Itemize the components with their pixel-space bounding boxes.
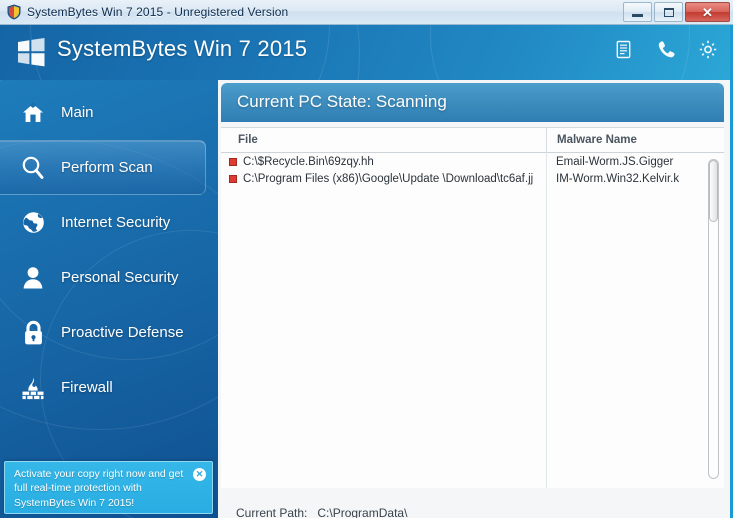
sidebar-item-label: Proactive Defense bbox=[61, 324, 184, 341]
table-row[interactable]: C:\$Recycle.Bin\69zqy.hh Email-Worm.JS.G… bbox=[221, 153, 724, 170]
cell-file: C:\Program Files (x86)\Google\Update \Do… bbox=[221, 173, 546, 185]
home-icon bbox=[18, 98, 48, 128]
lock-icon bbox=[18, 318, 48, 348]
sidebar-item-label: Perform Scan bbox=[61, 159, 153, 176]
sidebar-item-label: Main bbox=[61, 104, 94, 121]
gear-icon[interactable] bbox=[698, 39, 718, 60]
table-header-row: File Malware Name bbox=[221, 127, 724, 153]
maximize-button[interactable] bbox=[654, 2, 683, 22]
cell-file: C:\$Recycle.Bin\69zqy.hh bbox=[221, 156, 546, 168]
panel-header: Current PC State: Scanning bbox=[221, 83, 724, 122]
main-content: Current PC State: Scanning File Malware … bbox=[218, 80, 730, 518]
close-icon: ✕ bbox=[702, 4, 713, 20]
column-header-malware-name[interactable]: Malware Name bbox=[546, 127, 724, 153]
sidebar-item-main[interactable]: Main bbox=[0, 85, 218, 140]
threat-table: File Malware Name C:\$Recycle.Bin\69zqy.… bbox=[221, 127, 724, 488]
person-icon bbox=[18, 263, 48, 293]
table-body: C:\$Recycle.Bin\69zqy.hh Email-Worm.JS.G… bbox=[221, 153, 724, 488]
current-path: Current Path: C:\ProgramData\ bbox=[236, 506, 407, 518]
threat-marker-icon bbox=[229, 174, 237, 183]
app-header: SystemBytes Win 7 2015 bbox=[0, 25, 730, 80]
sidebar-item-label: Internet Security bbox=[61, 214, 171, 231]
sidebar-item-perform-scan[interactable]: Perform Scan bbox=[0, 140, 206, 195]
cell-file-text: C:\$Recycle.Bin\69zqy.hh bbox=[243, 155, 374, 168]
sidebar-item-label: Personal Security bbox=[61, 269, 179, 286]
close-button[interactable]: ✕ bbox=[685, 2, 730, 22]
close-icon[interactable]: ✕ bbox=[193, 468, 206, 481]
activate-popup-text: Activate your copy right now and get ful… bbox=[14, 468, 184, 509]
table-row[interactable]: C:\Program Files (x86)\Google\Update \Do… bbox=[221, 170, 724, 187]
cell-file-text: C:\Program Files (x86)\Google\Update \Do… bbox=[243, 172, 534, 185]
current-path-label: Current Path: bbox=[236, 506, 308, 518]
column-header-file[interactable]: File bbox=[221, 134, 546, 146]
windows-flag-icon bbox=[16, 38, 46, 67]
page-title: Current PC State: Scanning bbox=[237, 92, 447, 111]
vertical-scrollbar[interactable] bbox=[708, 159, 719, 479]
window-controls: ✕ bbox=[623, 2, 730, 22]
minimize-icon bbox=[632, 14, 643, 17]
title-bar: SystemBytes Win 7 2015 - Unregistered Ve… bbox=[0, 0, 733, 25]
notes-icon[interactable] bbox=[614, 39, 634, 60]
maximize-icon bbox=[663, 7, 674, 17]
globe-icon bbox=[18, 208, 48, 238]
sidebar-item-proactive-defense[interactable]: Proactive Defense bbox=[0, 305, 218, 360]
nav-list: Main Perform Scan Internet Security Pers… bbox=[0, 80, 218, 415]
scrollbar-thumb[interactable] bbox=[709, 160, 718, 222]
cell-malware-name: Email-Worm.JS.Gigger bbox=[556, 155, 674, 168]
status-footer: Current Path:C:\ProgramData\ Scan Proces… bbox=[221, 489, 724, 518]
search-icon bbox=[18, 153, 48, 183]
threat-marker-icon bbox=[229, 157, 237, 166]
phone-icon[interactable] bbox=[656, 39, 676, 60]
firewall-icon bbox=[18, 373, 48, 403]
column-divider bbox=[546, 153, 547, 488]
sidebar-item-label: Firewall bbox=[61, 379, 113, 396]
current-path-value: C:\ProgramData\ bbox=[317, 506, 408, 518]
window-title: SystemBytes Win 7 2015 - Unregistered Ve… bbox=[27, 5, 289, 19]
cell-malware-name: IM-Worm.Win32.Kelvir.k bbox=[556, 172, 680, 185]
sidebar-item-personal-security[interactable]: Personal Security bbox=[0, 250, 218, 305]
minimize-button[interactable] bbox=[623, 2, 652, 22]
sidebar-item-firewall[interactable]: Firewall bbox=[0, 360, 218, 415]
activate-popup[interactable]: Activate your copy right now and get ful… bbox=[4, 461, 213, 514]
sidebar-item-internet-security[interactable]: Internet Security bbox=[0, 195, 218, 250]
shield-icon bbox=[6, 4, 22, 20]
brand-title: SystemBytes Win 7 2015 bbox=[57, 36, 308, 61]
sidebar-navigation: Main Perform Scan Internet Security Pers… bbox=[0, 80, 218, 518]
header-icon-group bbox=[614, 39, 718, 60]
application-window: SystemBytes Win 7 2015 - Unregistered Ve… bbox=[0, 0, 733, 518]
